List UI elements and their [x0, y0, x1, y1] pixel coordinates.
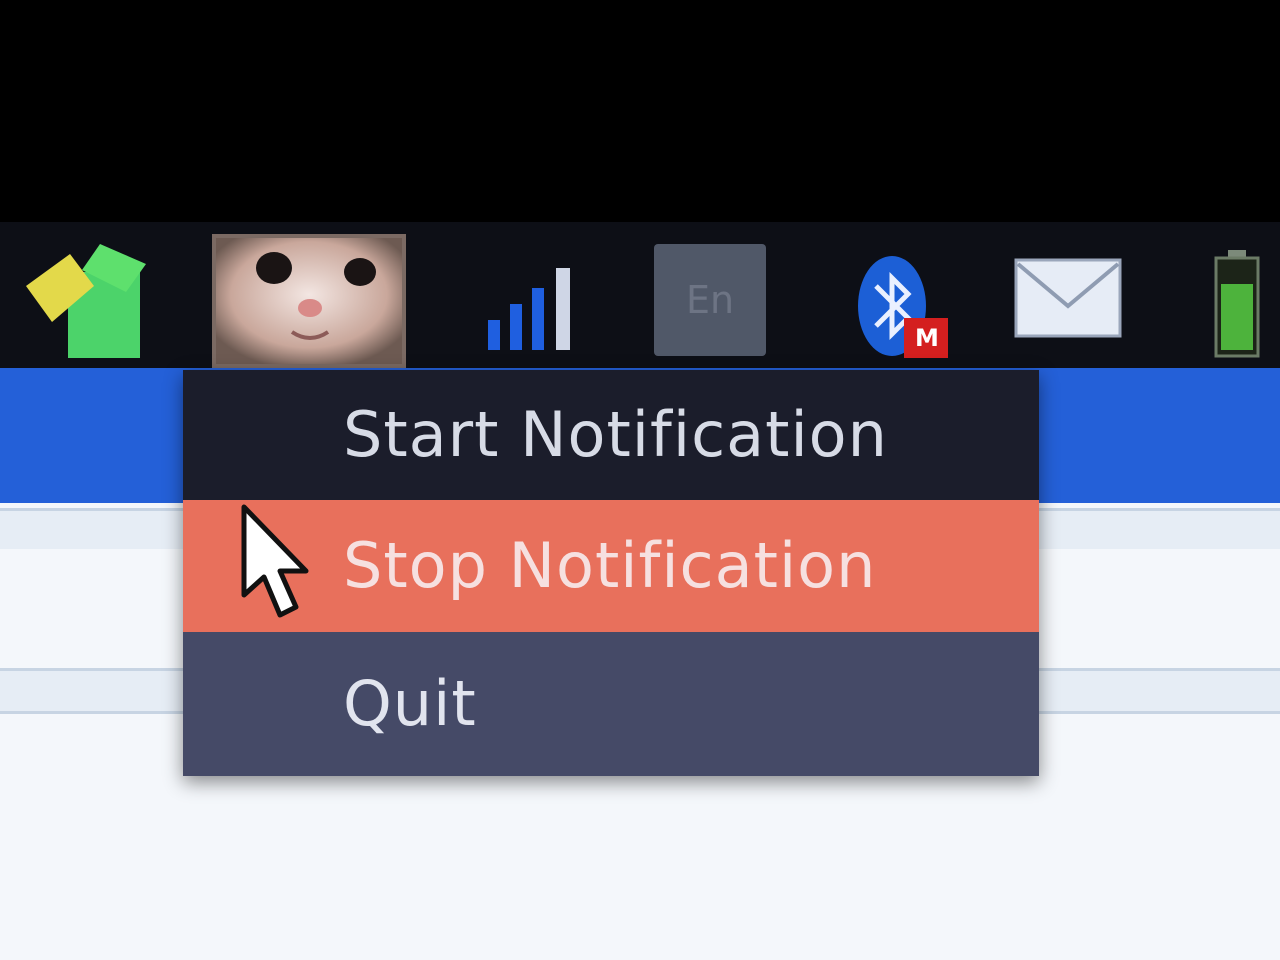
cat-avatar-icon[interactable]: [212, 234, 406, 368]
bluetooth-icon[interactable]: M: [856, 252, 952, 362]
menu-item-label: Quit: [343, 667, 477, 740]
menu-item-stop-notification[interactable]: Stop Notification: [183, 500, 1039, 632]
bluetooth-badge-label: M: [915, 324, 939, 352]
keyboard-layout-label: En: [685, 278, 735, 322]
menu-item-quit[interactable]: Quit: [183, 632, 1039, 776]
menu-item-label: Start Notification: [343, 398, 888, 471]
screen: En M Start Notification Stop Notificatio…: [0, 0, 1280, 960]
tray-context-menu: Start Notification Stop Notification Qui…: [183, 370, 1039, 776]
keyboard-layout-icon[interactable]: En: [654, 244, 766, 356]
signal-strength-icon[interactable]: [484, 264, 580, 354]
app-launcher-icon[interactable]: [22, 240, 152, 360]
menu-item-label: Stop Notification: [343, 529, 877, 602]
system-tray-panel: En M: [0, 222, 1280, 370]
battery-icon[interactable]: [1212, 250, 1262, 358]
mail-icon[interactable]: [1014, 258, 1122, 338]
monitor-bezel: [0, 0, 1280, 222]
menu-item-start-notification[interactable]: Start Notification: [183, 370, 1039, 500]
